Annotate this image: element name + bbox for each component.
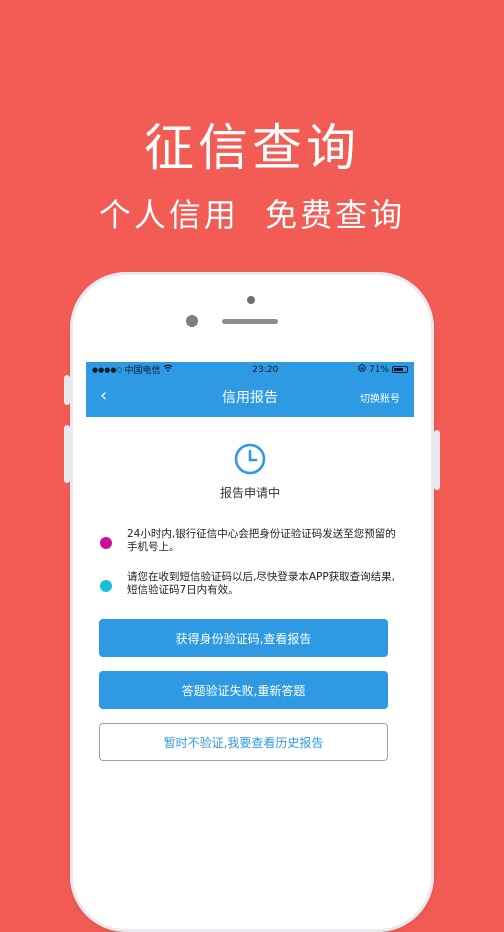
proximity-sensor xyxy=(186,315,198,327)
battery-icon xyxy=(391,366,408,373)
promo-subtitle: 个人信用 免费查询 xyxy=(98,196,406,234)
retry-answer-button[interactable]: 答题验证失败,重新答题 xyxy=(99,671,388,709)
signal-strength: ●●●●○ xyxy=(92,365,123,374)
page-title: 信用报告 xyxy=(222,390,278,406)
phone-side-button xyxy=(434,430,440,490)
note-dot xyxy=(100,580,112,592)
status-bar-right: 71% xyxy=(358,364,408,375)
clock-icon xyxy=(234,443,266,475)
status-bar-left: ●●●●○ 中国电信 xyxy=(92,363,173,376)
battery-percent: 71% xyxy=(368,364,389,375)
app-screen: ●●●●○ 中国电信 23:20 71% ‹ 信用报告 切换账号 报告申请中 2… xyxy=(86,362,414,868)
status-bar: ●●●●○ 中国电信 23:20 71% xyxy=(86,362,414,377)
back-icon[interactable]: ‹ xyxy=(100,385,107,406)
note-dot xyxy=(100,537,112,549)
promo-title: 征信查询 xyxy=(144,119,360,177)
report-status-text: 报告申请中 xyxy=(219,486,280,500)
note-text: 24小时内,银行征信中心会把身份证验证码发送至您预留的手机号上。 xyxy=(127,528,396,553)
note-text: 请您在收到短信验证码以后,尽快登录本APP获取查询结果,短信验证码7日内有效。 xyxy=(127,571,396,596)
carrier-name: 中国电信 xyxy=(124,366,161,376)
view-history-report-button[interactable]: 暂时不验证,我要查看历史报告 xyxy=(99,723,388,761)
info-note: 请您在收到短信验证码以后,尽快登录本APP获取查询结果,短信验证码7日内有效。 xyxy=(100,571,400,597)
info-note: 24小时内,银行征信中心会把身份证验证码发送至您预留的手机号上。 xyxy=(100,528,400,554)
front-camera xyxy=(247,296,255,304)
phone-side-button xyxy=(64,425,70,483)
earpiece-speaker xyxy=(222,319,278,324)
phone-side-button xyxy=(64,375,70,405)
switch-account-button[interactable]: 切换账号 xyxy=(360,390,400,405)
get-verification-code-button[interactable]: 获得身份验证码,查看报告 xyxy=(99,619,388,657)
status-time: 23:20 xyxy=(252,364,279,375)
rotation-lock-icon xyxy=(358,364,366,375)
nav-bar: ‹ 信用报告 切换账号 xyxy=(86,377,414,417)
wifi-icon xyxy=(163,364,173,375)
